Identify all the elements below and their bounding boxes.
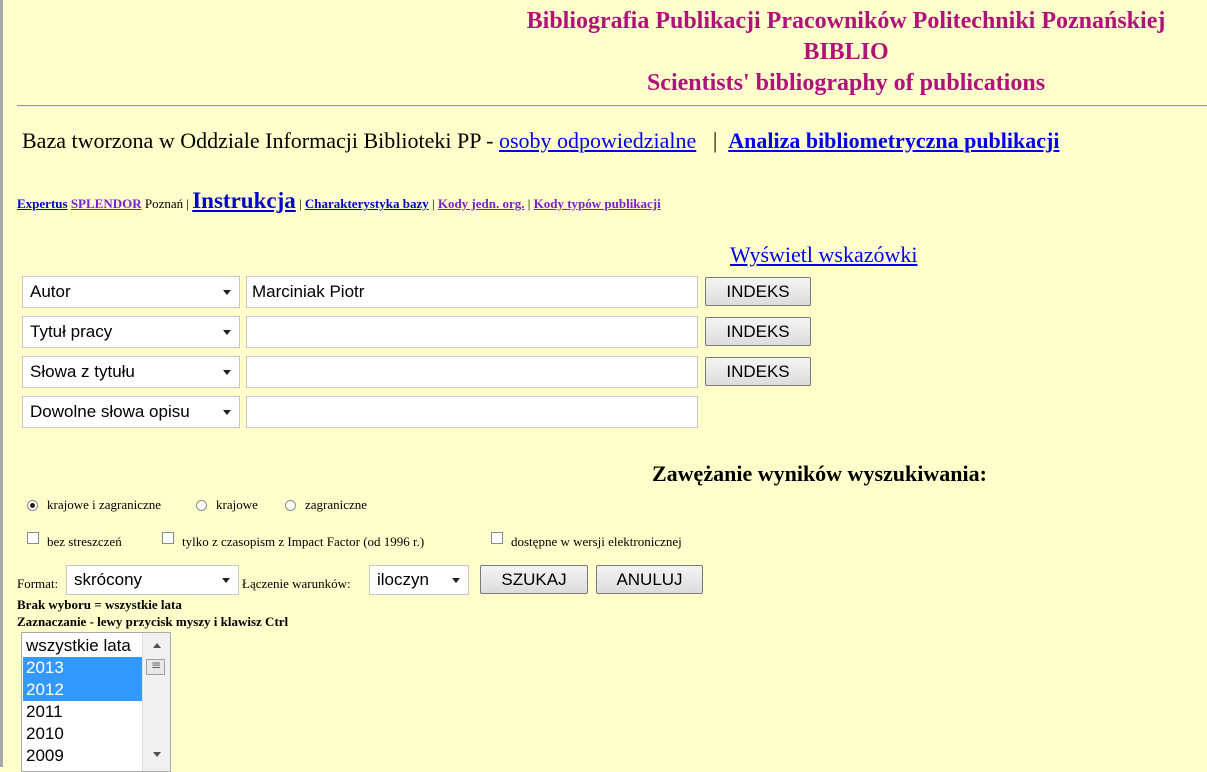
chevron-down-icon: [223, 410, 231, 415]
search-field-select-2[interactable]: Tytuł pracy: [22, 316, 240, 348]
nav-separator: |: [299, 196, 302, 211]
year-option[interactable]: wszystkie lata: [23, 635, 145, 657]
join-conditions-label: Łączenie warunków:: [242, 576, 351, 591]
year-option-selected[interactable]: 2013: [23, 657, 145, 679]
search-input-3[interactable]: [246, 356, 698, 388]
checkbox-label: bez streszczeń: [47, 534, 122, 549]
header-title-biblio: BIBLIO: [803, 39, 889, 65]
radio-option-domestic[interactable]: krajowe: [196, 497, 258, 513]
nav-splendor-link[interactable]: SPLENDOR: [71, 196, 142, 211]
header-divider: [17, 105, 1207, 107]
page-header: Bibliografia Publikacji Pracowników Poli…: [430, 6, 1207, 99]
no-selection-note: Brak wyboru = wszystkie lata: [17, 597, 182, 612]
responsible-persons-link[interactable]: osoby odpowiedzialne: [499, 128, 696, 153]
search-input-1[interactable]: Marciniak Piotr: [246, 276, 698, 308]
select-value: skrócony: [74, 570, 143, 589]
nav-separator: |: [431, 196, 435, 211]
nav-poznan-text: Poznań |: [144, 196, 189, 211]
bibliometric-analysis-link[interactable]: Analiza bibliometryczna publikacji: [728, 128, 1059, 153]
year-option[interactable]: 2009: [23, 745, 145, 767]
year-option[interactable]: 2010: [23, 723, 145, 745]
format-label: Format:: [17, 576, 59, 591]
index-button-3[interactable]: INDEKS: [705, 357, 811, 386]
checkbox-label: dostępne w wersji elektronicznej: [511, 534, 682, 549]
select-value: Dowolne słowa opisu: [30, 402, 190, 421]
show-hints-link[interactable]: Wyświetl wskazówki: [730, 242, 917, 268]
search-input-4[interactable]: [246, 396, 698, 428]
intro-text: Baza tworzona w Oddziale Informacji Bibl…: [22, 128, 499, 153]
select-value: Autor: [30, 282, 71, 301]
chevron-down-icon: [452, 578, 460, 583]
format-select[interactable]: skrócony: [66, 565, 239, 595]
join-conditions-select[interactable]: iloczyn: [369, 565, 469, 595]
chevron-down-icon: [223, 290, 231, 295]
intro-line: Baza tworzona w Oddziale Informacji Bibl…: [22, 128, 1059, 154]
radio-checked-icon[interactable]: [27, 499, 38, 511]
search-field-select-1[interactable]: Autor: [22, 276, 240, 308]
checkbox-label: tylko z czasopism z Impact Factor (od 19…: [182, 534, 425, 549]
header-title-en: Scientists' bibliography of publications: [646, 70, 1046, 96]
radio-option-domestic-foreign[interactable]: krajowe i zagraniczne: [27, 497, 161, 513]
nav-publication-type-codes-link[interactable]: Kody typów publikacji: [534, 196, 661, 211]
radio-label: krajowe i zagraniczne: [47, 497, 162, 512]
radio-unchecked-icon[interactable]: [196, 499, 207, 511]
checkbox-icon[interactable]: [162, 532, 174, 544]
nav-characteristics-link[interactable]: Charakterystyka bazy: [305, 196, 429, 211]
checkbox-impact-factor[interactable]: tylko z czasopism z Impact Factor (od 19…: [162, 526, 424, 550]
search-button[interactable]: SZUKAJ: [480, 565, 588, 594]
checkbox-icon[interactable]: [491, 532, 503, 544]
checkbox-no-abstracts[interactable]: bez streszczeń: [27, 526, 122, 550]
scroll-down-arrow-icon[interactable]: [153, 752, 161, 757]
year-option[interactable]: 2011: [23, 701, 145, 723]
chevron-down-icon: [223, 330, 231, 335]
scroll-thumb[interactable]: [146, 658, 165, 675]
header-title-pl: Bibliografia Publikacji Pracowników Poli…: [526, 8, 1166, 34]
nav-separator: |: [527, 196, 531, 211]
index-button-2[interactable]: INDEKS: [705, 317, 811, 346]
select-value: iloczyn: [377, 570, 429, 589]
radio-option-foreign[interactable]: zagraniczne: [285, 497, 367, 513]
input-value: Marciniak Piotr: [252, 282, 365, 301]
nav-unit-codes-link[interactable]: Kody jedn. org.: [438, 196, 525, 211]
window-left-border: [0, 0, 3, 767]
years-listbox[interactable]: wszystkie lata 2013 2012 2011 2010 2009: [21, 632, 171, 772]
chevron-down-icon: [222, 578, 230, 583]
nav-instrukcja-link[interactable]: Instrukcja: [192, 188, 296, 213]
selection-hint-note: Zaznaczanie - lewy przycisk myszy i klaw…: [17, 614, 289, 629]
radio-unchecked-icon[interactable]: [285, 499, 296, 511]
narrowing-title: Zawężanie wyników wyszukiwania:: [652, 461, 987, 486]
nav-expertus-link[interactable]: Expertus: [17, 196, 68, 211]
year-option-selected[interactable]: 2012: [23, 679, 145, 701]
intro-separator: |: [712, 128, 718, 153]
select-value: Słowa z tytułu: [30, 362, 135, 381]
radio-label: krajowe: [216, 497, 258, 512]
search-input-2[interactable]: [246, 316, 698, 348]
nav-links: Expertus SPLENDOR Poznań | Instrukcja | …: [17, 188, 661, 214]
checkbox-electronic-version[interactable]: dostępne w wersji elektronicznej: [491, 526, 682, 550]
radio-label: zagraniczne: [305, 497, 368, 512]
search-field-select-3[interactable]: Słowa z tytułu: [22, 356, 240, 388]
cancel-button[interactable]: ANULUJ: [596, 565, 703, 594]
index-button-1[interactable]: INDEKS: [705, 277, 811, 306]
listbox-scrollbar[interactable]: [142, 633, 170, 771]
checkbox-icon[interactable]: [27, 532, 39, 544]
chevron-down-icon: [223, 370, 231, 375]
scroll-up-arrow-icon[interactable]: [153, 643, 161, 648]
select-value: Tytuł pracy: [30, 322, 113, 341]
search-field-select-4[interactable]: Dowolne słowa opisu: [22, 396, 240, 428]
